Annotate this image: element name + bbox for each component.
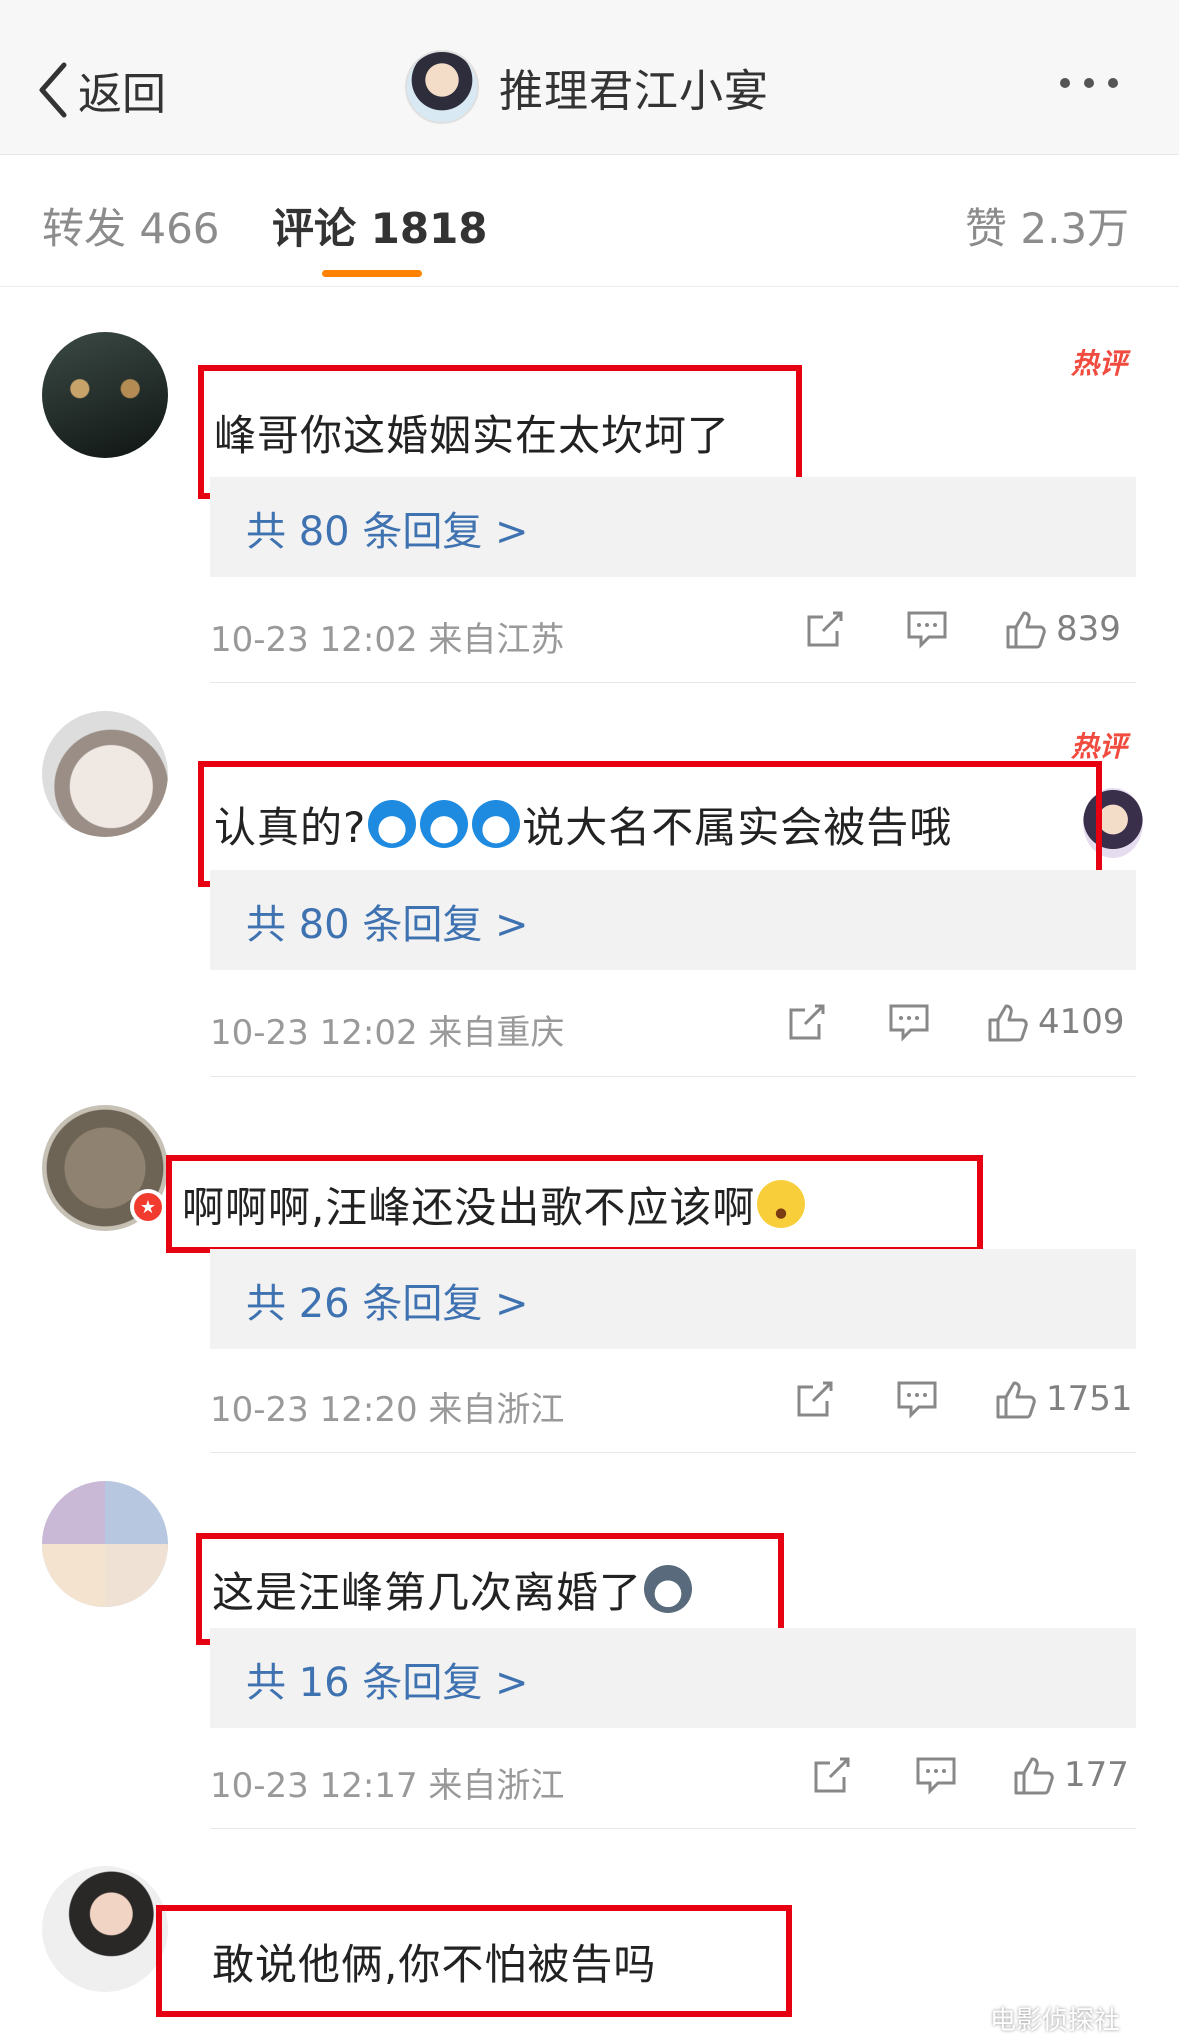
author-info[interactable]: 推理君江小宴 (405, 50, 769, 124)
top-navigation-bar: 返回 推理君江小宴 (0, 0, 1179, 155)
tab-reposts[interactable]: 转发 466 (42, 195, 220, 256)
author-avatar[interactable] (405, 50, 479, 124)
comment-text-highlight: 认真的? 说大名不属实会被告哦 (198, 761, 1102, 887)
comment-meta: 10-23 12:02 来自江苏 (210, 620, 565, 660)
share-icon (814, 1757, 850, 1793)
divider (210, 1828, 1136, 1829)
thumbs-up-icon (1014, 1757, 1054, 1795)
share-button[interactable] (810, 1753, 854, 1797)
divider (210, 1076, 1136, 1077)
like-button[interactable]: 1751 (994, 1377, 1133, 1421)
watermark: 电影侦探社 (990, 2006, 1121, 2035)
divider (210, 682, 1136, 683)
comment-icon (907, 611, 947, 649)
comment-text-highlight: 敢说他俩,你不怕被告吗 (156, 1905, 792, 2017)
doraemon-emoji-icon (472, 800, 521, 848)
avatar[interactable] (42, 332, 168, 458)
view-replies-link[interactable]: 共 80 条回复 > (246, 499, 529, 557)
replies-preview[interactable]: 共 80 条回复 > (210, 477, 1136, 577)
share-icon (789, 1004, 825, 1040)
comment-icon (916, 1757, 956, 1795)
like-button[interactable]: 839 (1004, 607, 1121, 651)
view-replies-link[interactable]: 共 80 条回复 > (246, 892, 529, 950)
share-icon (807, 611, 843, 647)
comment-icon (889, 1004, 929, 1042)
doraemon-emoji-icon (420, 800, 469, 848)
like-count: 839 (1056, 609, 1121, 649)
comment-meta: 10-23 12:17 来自浙江 (210, 1766, 565, 1806)
page-title: 推理君江小宴 (499, 66, 769, 117)
dot (1060, 78, 1070, 88)
comment-meta: 10-23 12:02 来自重庆 (210, 1013, 565, 1053)
divider (210, 1452, 1136, 1453)
active-tab-indicator (322, 270, 422, 277)
comment-text: 认真的? (214, 802, 367, 852)
replies-preview[interactable]: 共 80 条回复 > (210, 870, 1136, 970)
replies-preview[interactable]: 共 16 条回复 > (210, 1628, 1136, 1728)
back-button[interactable]: 返回 (36, 58, 166, 122)
avatar[interactable] (42, 1866, 168, 1992)
chevron-left-icon (39, 62, 67, 118)
tab-bar: 转发 466 评论 1818 赞 2.3万 (0, 155, 1179, 287)
comment-icon (897, 1381, 937, 1419)
avatar[interactable] (42, 711, 168, 837)
comment-button[interactable] (895, 1377, 939, 1421)
comment-text: 啊啊啊,汪峰还没出歌不应该啊 (182, 1182, 756, 1232)
comment-text: 敢说他俩,你不怕被告吗 (212, 1939, 657, 1989)
like-count: 1751 (1046, 1379, 1133, 1419)
dot (1108, 78, 1118, 88)
more-icon[interactable] (1060, 78, 1118, 88)
like-button[interactable]: 177 (1012, 1753, 1129, 1797)
comment-button[interactable] (914, 1753, 958, 1797)
comment-text: 这是汪峰第几次离婚了 (212, 1567, 643, 1617)
view-replies-link[interactable]: 共 26 条回复 > (246, 1271, 529, 1329)
hot-comment-badge: 热评 (1070, 347, 1127, 380)
share-button[interactable] (793, 1377, 837, 1421)
thumbs-up-icon (988, 1004, 1028, 1042)
tab-likes[interactable]: 赞 2.3万 (965, 195, 1129, 256)
replies-preview[interactable]: 共 26 条回复 > (210, 1249, 1136, 1349)
doraemon-emoji-icon (368, 800, 417, 848)
shocked-emoji-icon (757, 1180, 806, 1228)
share-button[interactable] (785, 1000, 829, 1044)
thumbs-up-icon (1006, 611, 1046, 649)
thumbs-up-icon (996, 1381, 1036, 1419)
like-count: 4109 (1038, 1002, 1125, 1042)
comment-text-continued: 说大名不属实会被告哦 (522, 802, 953, 852)
like-count: 177 (1064, 1755, 1129, 1795)
husky-emoji-icon (644, 1565, 693, 1613)
comment-text: 峰哥你这婚姻实在太坎坷了 (214, 410, 731, 460)
view-replies-link[interactable]: 共 16 条回复 > (246, 1650, 529, 1708)
tab-comments[interactable]: 评论 1818 (272, 195, 488, 256)
avatar[interactable] (42, 1481, 168, 1607)
verified-badge-icon: ★ (130, 1189, 166, 1225)
hot-comment-badge: 热评 (1070, 730, 1127, 763)
dot (1084, 78, 1094, 88)
comment-text-highlight: 啊啊啊,汪峰还没出歌不应该啊 (166, 1155, 983, 1253)
like-button[interactable]: 4109 (986, 1000, 1125, 1044)
comment-button[interactable] (887, 1000, 931, 1044)
comment-meta: 10-23 12:20 来自浙江 (210, 1390, 565, 1430)
share-icon (797, 1381, 833, 1417)
back-label: 返回 (78, 69, 166, 120)
share-button[interactable] (803, 607, 847, 651)
comment-button[interactable] (905, 607, 949, 651)
